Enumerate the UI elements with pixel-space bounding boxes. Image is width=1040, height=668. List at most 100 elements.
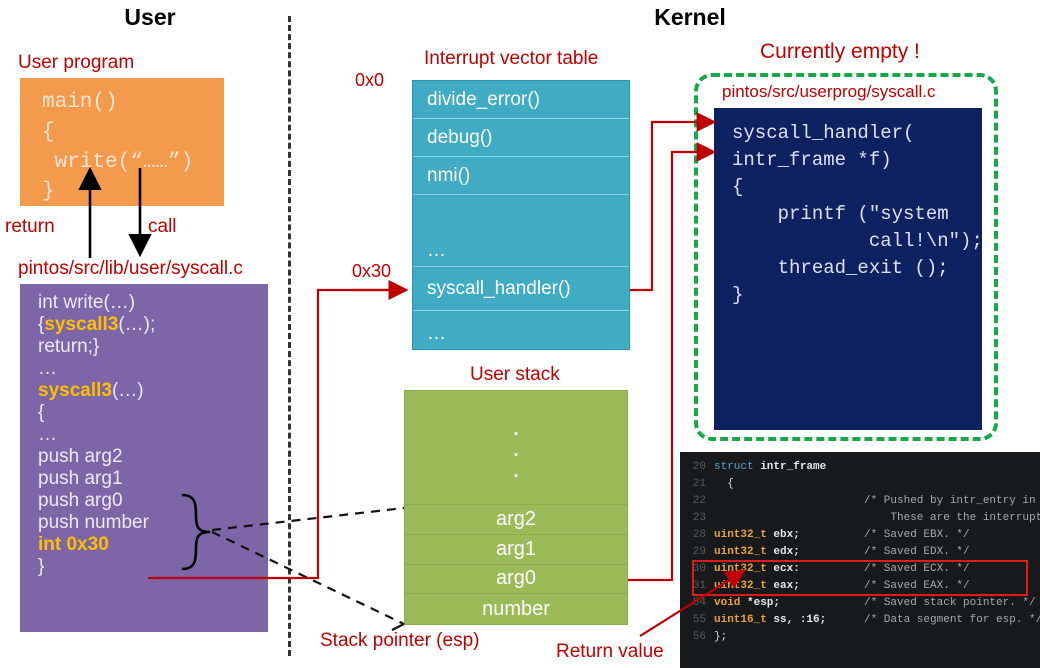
terminal-line: 22 /* Pushed by intr_entry in intr-stubs.… bbox=[680, 492, 1040, 509]
vector-table-row[interactable]: debug() bbox=[413, 119, 629, 157]
user-stack-row[interactable]: number bbox=[405, 594, 627, 624]
terminal-line-number: 21 bbox=[692, 477, 706, 490]
terminal-line-number: 29 bbox=[692, 545, 706, 558]
terminal-identifier: ecx: bbox=[766, 562, 800, 575]
terminal-line: 21 { bbox=[680, 475, 1040, 492]
terminal-keyword: uint32_t bbox=[714, 545, 767, 558]
terminal-comment: /* Pushed by intr_entry in intr-stubs.S. bbox=[864, 494, 1036, 507]
terminal-identifier: ss, :16; bbox=[766, 613, 827, 626]
vector-table-title: Interrupt vector table bbox=[424, 48, 599, 69]
user-syscall-code-line: push arg0 bbox=[38, 490, 123, 511]
terminal-identifier: ebx; bbox=[766, 528, 800, 541]
terminal-code: void *esp; bbox=[714, 597, 864, 609]
terminal-line: 54 void *esp;/* Saved stack pointer. */ bbox=[680, 594, 1040, 611]
interrupt-vector-table: divide_error() debug() nmi()… syscall_handl… bbox=[412, 80, 630, 350]
user-syscall-code-line: push arg1 bbox=[38, 468, 123, 489]
terminal-line-number: 31 bbox=[692, 579, 706, 592]
terminal-line: 23 These are the interrupted task's save… bbox=[680, 509, 1040, 526]
terminal-line: 55 uint16_t ss, :16;/* Data segment for e… bbox=[680, 611, 1040, 628]
user-syscall-code-line: {syscall3(…); bbox=[38, 314, 156, 335]
code-keyword: int 0x30 bbox=[38, 534, 109, 555]
terminal-keyword: uint32_t bbox=[714, 528, 767, 541]
terminal-code: uint32_t ecx: bbox=[714, 563, 864, 575]
terminal-line-number: 55 bbox=[692, 613, 706, 626]
terminal-keyword: uint16_t bbox=[714, 613, 767, 626]
terminal-comment: /* Data segment for esp. */ bbox=[864, 613, 1040, 626]
terminal-line-number: 54 bbox=[692, 596, 706, 609]
terminal-code: uint16_t ss, :16; bbox=[714, 614, 864, 626]
user-stack-row-ellipsis: ... bbox=[405, 391, 627, 506]
call-arrow-label: call bbox=[148, 216, 177, 237]
vector-table-row[interactable]: nmi() bbox=[413, 157, 629, 195]
terminal-line-number: 22 bbox=[692, 494, 706, 507]
terminal-keyword: uint32_t bbox=[714, 562, 767, 575]
terminal-identifier: eax; bbox=[766, 579, 800, 592]
terminal-identifier: edx; bbox=[766, 545, 800, 558]
code-keyword: syscall3 bbox=[44, 314, 119, 335]
terminal-comment: These are the interrupted task's saved r… bbox=[890, 511, 1040, 524]
return-arrow-label: return bbox=[5, 216, 55, 237]
terminal-line-number: 30 bbox=[692, 562, 706, 575]
user-syscall-code-line: … bbox=[38, 358, 57, 379]
terminal-line: 29 uint32_t edx;/* Saved EDX. */ bbox=[680, 543, 1040, 560]
kernel-syscall-handler-code-box: syscall_handler( intr_frame *f) { printf… bbox=[714, 108, 983, 430]
terminal-code: uint32_t ebx; bbox=[714, 529, 864, 541]
intr-frame-terminal: 20 struct intr_frame 21 {22/* Pushed by in… bbox=[680, 452, 1040, 668]
terminal-code: uint32_t edx; bbox=[714, 546, 864, 558]
user-syscall-code-line: } bbox=[38, 556, 45, 577]
stack-pointer-label: Stack pointer (esp) bbox=[320, 630, 480, 651]
user-syscall-code-box: int write(…) {syscall3(…); return;}… syscal… bbox=[20, 284, 268, 632]
user-section-title: User bbox=[124, 4, 176, 30]
terminal-identifier: intr_frame bbox=[753, 460, 827, 473]
return-value-label: Return value bbox=[556, 641, 664, 662]
vector-table-addr-0x0: 0x0 bbox=[355, 70, 385, 90]
user-syscall-code-line: push number bbox=[38, 512, 149, 533]
user-program-code-box: main() { write(“……”) } bbox=[20, 78, 224, 206]
user-program-label: User program bbox=[18, 52, 135, 73]
currently-empty-note: Currently empty ! bbox=[760, 40, 920, 63]
terminal-keyword: struct bbox=[714, 460, 754, 473]
user-syscall-code-line: … bbox=[38, 424, 57, 445]
terminal-comment: /* Saved ECX. */ bbox=[864, 562, 970, 575]
user-syscall-code-line: int 0x30 bbox=[38, 534, 268, 556]
user-syscall-code-line: syscall3(…) bbox=[38, 380, 144, 401]
vector-table-row[interactable]: divide_error() bbox=[413, 81, 629, 119]
terminal-comment: /* Saved EDX. */ bbox=[864, 545, 970, 558]
terminal-code: }; bbox=[714, 630, 728, 643]
stack-dot: . bbox=[512, 452, 520, 483]
user-kernel-divider bbox=[288, 16, 291, 656]
terminal-code: uint32_t eax; bbox=[714, 580, 864, 592]
vector-table-row[interactable]: … bbox=[413, 311, 629, 349]
user-syscall-code-line: return;} bbox=[38, 336, 100, 357]
terminal-line-number: 56 bbox=[692, 630, 706, 643]
code-keyword: syscall3 bbox=[38, 380, 112, 401]
terminal-line: 20 struct intr_frame bbox=[680, 458, 1040, 475]
terminal-line-number: 20 bbox=[692, 460, 706, 473]
vector-table-row[interactable]: … bbox=[413, 195, 629, 267]
vector-table-addr-0x30: 0x30 bbox=[352, 261, 392, 281]
terminal-comment: /* Saved EBX. */ bbox=[864, 528, 970, 541]
terminal-keyword: uint32_t bbox=[714, 579, 767, 592]
terminal-comment: /* Saved EAX. */ bbox=[864, 579, 970, 592]
terminal-line-number: 23 bbox=[692, 511, 706, 524]
user-stack-row[interactable]: arg0 bbox=[405, 565, 627, 595]
user-stack-row[interactable]: arg1 bbox=[405, 535, 627, 565]
user-stack-row[interactable]: arg2 bbox=[405, 505, 627, 535]
terminal-line: 31 uint32_t eax;/* Saved EAX. */ bbox=[680, 577, 1040, 594]
terminal-line-number: 28 bbox=[692, 528, 706, 541]
slide-canvas: User Kernel User program main() { write(… bbox=[0, 0, 1040, 668]
user-syscall-code-line: push arg2 bbox=[38, 446, 123, 467]
user-stack-box: ... arg2 arg1 arg0 number bbox=[404, 390, 628, 625]
terminal-code: { bbox=[714, 477, 734, 490]
user-stack-title: User stack bbox=[470, 364, 560, 385]
terminal-line: 30 uint32_t ecx:/* Saved ECX. */ bbox=[680, 560, 1040, 577]
terminal-keyword: void bbox=[714, 596, 741, 609]
terminal-line: 56}; bbox=[680, 628, 1040, 645]
user-syscall-code-line: int write(…) bbox=[38, 292, 136, 313]
kernel-syscall-path-label: pintos/src/userprog/syscall.c bbox=[722, 82, 936, 101]
vector-table-row[interactable]: syscall_handler() bbox=[413, 267, 629, 311]
terminal-code: struct intr_frame bbox=[714, 461, 864, 473]
terminal-line: 28 uint32_t ebx;/* Saved EBX. */ bbox=[680, 526, 1040, 543]
user-syscall-code-line: { bbox=[38, 402, 45, 423]
user-syscall-path-label: pintos/src/lib/user/syscall.c bbox=[18, 258, 243, 279]
